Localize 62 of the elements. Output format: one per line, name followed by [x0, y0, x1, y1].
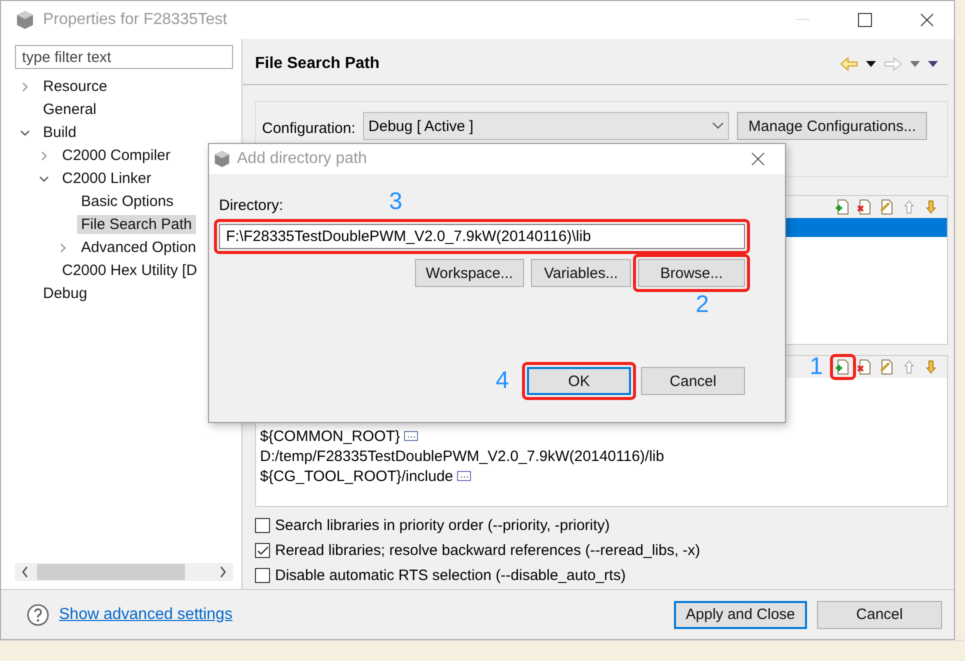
edit-file-icon[interactable]: [879, 359, 895, 375]
cancel-button[interactable]: Cancel: [817, 600, 942, 628]
step-number: 3: [389, 190, 402, 214]
variable-icon: [457, 471, 472, 481]
app-icon: [213, 150, 231, 168]
close-icon[interactable]: [751, 152, 765, 166]
checkbox[interactable]: [255, 518, 270, 533]
maximize-icon[interactable]: [858, 13, 872, 27]
filter-field[interactable]: type filter text: [15, 45, 233, 69]
dialog-button[interactable]: Browse...: [638, 259, 745, 287]
tree-item[interactable]: Debug: [39, 284, 92, 303]
app-icon: [15, 10, 35, 30]
view-menu-icon[interactable]: [928, 60, 938, 66]
tree-item[interactable]: C2000 Compiler: [58, 146, 174, 165]
option-label: Reread libraries; resolve backward references (--reread_libs, -x): [275, 542, 700, 559]
tree-item[interactable]: Resource: [39, 77, 112, 96]
delete-file-icon[interactable]: [857, 199, 873, 215]
page-title: File Search Path: [255, 54, 380, 72]
search-path-item[interactable]: ${CG_TOOL_ROOT}/include: [260, 468, 454, 484]
add-file-icon[interactable]: [835, 359, 851, 375]
search-path-item[interactable]: ${COMMON_ROOT}: [260, 428, 400, 444]
option-label: Search libraries in priority order (--priority, -priority): [275, 517, 610, 534]
window-title: Properties for F28335Test: [43, 11, 228, 29]
move-down-icon[interactable]: [923, 199, 939, 215]
dropdown-icon[interactable]: [866, 60, 876, 66]
checkbox[interactable]: [255, 568, 270, 583]
variable-icon: [404, 431, 418, 441]
directory-label: Directory:: [219, 197, 284, 214]
tree-item[interactable]: Basic Options: [77, 192, 178, 211]
scroll-left-icon[interactable]: [21, 566, 29, 578]
tree-item[interactable]: Build: [39, 123, 80, 142]
directory-field[interactable]: F:\F28335TestDoublePWM_V2.0_7.9kW(20140116)\lib: [219, 224, 745, 249]
dialog-button[interactable]: Workspace...: [414, 259, 524, 287]
apply-and-close-button[interactable]: Apply and Close: [674, 600, 807, 628]
manage-configurations-button[interactable]: Manage Configurations...: [737, 112, 928, 140]
dialog-button[interactable]: Variables...: [531, 259, 631, 287]
delete-file-icon[interactable]: [857, 359, 873, 375]
close-icon[interactable]: [920, 13, 934, 27]
edit-file-icon[interactable]: [879, 199, 895, 215]
tree-item[interactable]: File Search Path: [77, 215, 196, 234]
checkbox[interactable]: [255, 543, 270, 558]
step-number: 1: [810, 355, 823, 379]
horizontal-scrollbar[interactable]: [15, 563, 233, 581]
search-path-item[interactable]: D:/temp/F28335TestDoublePWM_V2.0_7.9kW(20140116)/lib: [260, 448, 664, 464]
ok-button[interactable]: OK: [527, 367, 631, 395]
dialog-title: Add directory path: [237, 150, 368, 168]
tree-item[interactable]: C2000 Linker: [58, 169, 156, 188]
tree-item[interactable]: C2000 Hex Utility [D: [58, 261, 202, 280]
option-label: Disable automatic RTS selection (--disable_auto_rts): [275, 567, 626, 584]
advanced-settings-link[interactable]: Show advanced settings: [59, 606, 664, 624]
tree-item[interactable]: General: [39, 100, 100, 119]
configuration-dropdown[interactable]: Debug [ Active ]: [363, 112, 730, 140]
scroll-right-icon[interactable]: [219, 566, 227, 578]
configuration-label: Configuration:: [262, 120, 356, 137]
help-icon[interactable]: [27, 604, 49, 626]
cancel-button[interactable]: Cancel: [641, 367, 745, 395]
step-number: 2: [696, 293, 709, 317]
chevron-down-icon[interactable]: [712, 122, 724, 130]
add-file-icon[interactable]: [835, 199, 851, 215]
tree-item[interactable]: Advanced Option: [77, 238, 200, 257]
step-number: 4: [496, 369, 509, 393]
move-down-icon[interactable]: [923, 359, 939, 375]
